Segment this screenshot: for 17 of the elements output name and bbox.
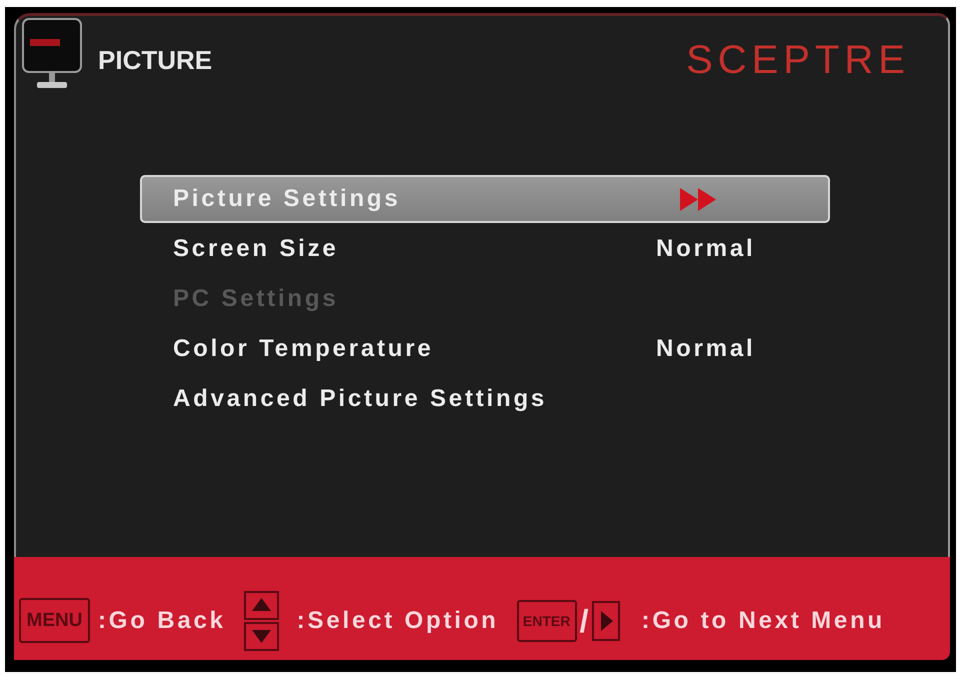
menu-item[interactable]: Advanced Picture Settings [140,375,830,423]
menu-title: PICTURE [98,45,212,75]
brand-logo: SCEPTRE [686,38,910,82]
right-arrow-key-icon [592,600,620,640]
menu-item[interactable]: Color Temperature Normal [140,325,830,373]
remote-key: MENU [19,598,90,643]
hint-label: :Select Option [296,606,499,634]
separator-slash: / [580,604,589,636]
remote-key: ENTER [516,600,577,642]
menu-item[interactable]: Screen Size Normal [140,225,830,273]
menu-item-value: Normal [656,235,756,263]
up-down-keys-icon [244,590,279,650]
monitor-icon [22,18,82,88]
double-arrow-icon [680,188,716,210]
hint-label: :Go to Next Menu [642,606,886,634]
hint-label: :Go Back [98,606,226,634]
menu-item-value: Normal [656,335,756,363]
